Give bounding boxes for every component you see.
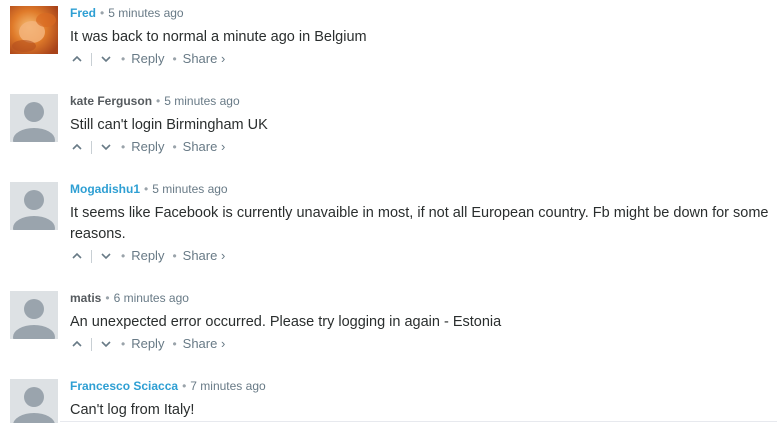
comment-text: It seems like Facebook is currently unav…: [70, 205, 769, 242]
reply-button[interactable]: Reply: [131, 139, 164, 155]
meta-separator: •: [156, 94, 161, 108]
default-avatar-icon: [10, 291, 58, 339]
footer-separator: •: [172, 337, 177, 351]
footer-separator: •: [172, 140, 177, 154]
share-button[interactable]: Share ›: [183, 51, 226, 67]
avatar[interactable]: [10, 379, 58, 423]
downvote-icon[interactable]: [99, 337, 113, 351]
footer-separator: •: [121, 140, 126, 154]
meta-separator: •: [182, 379, 187, 393]
avatar[interactable]: [10, 182, 58, 230]
comment-time[interactable]: 5 minutes ago: [108, 6, 183, 20]
comment-text: An unexpected error occurred. Please try…: [70, 314, 502, 330]
comment-meta: matis • 6 minutes ago: [70, 291, 777, 307]
comment-time[interactable]: 5 minutes ago: [152, 182, 227, 196]
footer-separator: •: [172, 52, 177, 66]
author-name: matis: [70, 291, 102, 305]
comment-meta: Mogadishu1 • 5 minutes ago: [70, 182, 777, 198]
footer-separator: •: [121, 249, 126, 263]
vote-divider: [91, 249, 92, 263]
author-name[interactable]: Francesco Sciacca: [70, 379, 178, 393]
comment-meta: kate Ferguson • 5 minutes ago: [70, 94, 777, 110]
author-name[interactable]: Fred: [70, 6, 96, 20]
upvote-icon[interactable]: [70, 249, 84, 263]
comment-meta: Fred • 5 minutes ago: [70, 6, 777, 22]
meta-separator: •: [105, 291, 110, 305]
bottom-divider: [60, 421, 777, 422]
avatar[interactable]: [10, 94, 58, 142]
vote-divider: [91, 52, 92, 66]
comment-meta: Francesco Sciacca • 7 minutes ago: [70, 379, 777, 395]
downvote-icon[interactable]: [99, 249, 113, 263]
share-button[interactable]: Share ›: [183, 336, 226, 352]
comment-text: It was back to normal a minute ago in Be…: [70, 29, 367, 45]
footer-separator: •: [121, 337, 126, 351]
upvote-icon[interactable]: [70, 52, 84, 66]
author-name: kate Ferguson: [70, 94, 153, 108]
share-button[interactable]: Share ›: [183, 139, 226, 155]
footer-separator: •: [172, 249, 177, 263]
comment-text: Can't log from Italy!: [70, 402, 195, 418]
default-avatar-icon: [10, 379, 58, 423]
meta-separator: •: [100, 6, 105, 20]
downvote-icon[interactable]: [99, 140, 113, 154]
upvote-icon[interactable]: [70, 337, 84, 351]
vote-divider: [91, 140, 92, 154]
comment-thread: Fred • 5 minutes ago It was back to normal…: [0, 0, 777, 425]
photo-avatar-icon: [10, 6, 58, 54]
avatar[interactable]: [10, 6, 58, 54]
comment-time[interactable]: 7 minutes ago: [190, 379, 265, 393]
comment-time[interactable]: 5 minutes ago: [164, 94, 239, 108]
reply-button[interactable]: Reply: [131, 51, 164, 67]
comment-footer: • Reply • Share ›: [70, 336, 777, 352]
default-avatar-icon: [10, 94, 58, 142]
default-avatar-icon: [10, 182, 58, 230]
comment-time[interactable]: 6 minutes ago: [114, 291, 189, 305]
comment-text: Still can't login Birmingham UK: [70, 117, 268, 133]
downvote-icon[interactable]: [99, 52, 113, 66]
reply-button[interactable]: Reply: [131, 336, 164, 352]
share-button[interactable]: Share ›: [183, 248, 226, 264]
author-name[interactable]: Mogadishu1: [70, 182, 140, 196]
upvote-icon[interactable]: [70, 140, 84, 154]
vote-divider: [91, 337, 92, 351]
meta-separator: •: [144, 182, 149, 196]
comment-footer: • Reply • Share ›: [70, 51, 777, 67]
footer-separator: •: [121, 52, 126, 66]
avatar[interactable]: [10, 291, 58, 339]
comment-footer: • Reply • Share ›: [70, 139, 777, 155]
reply-button[interactable]: Reply: [131, 248, 164, 264]
comment-footer: • Reply • Share ›: [70, 248, 777, 264]
